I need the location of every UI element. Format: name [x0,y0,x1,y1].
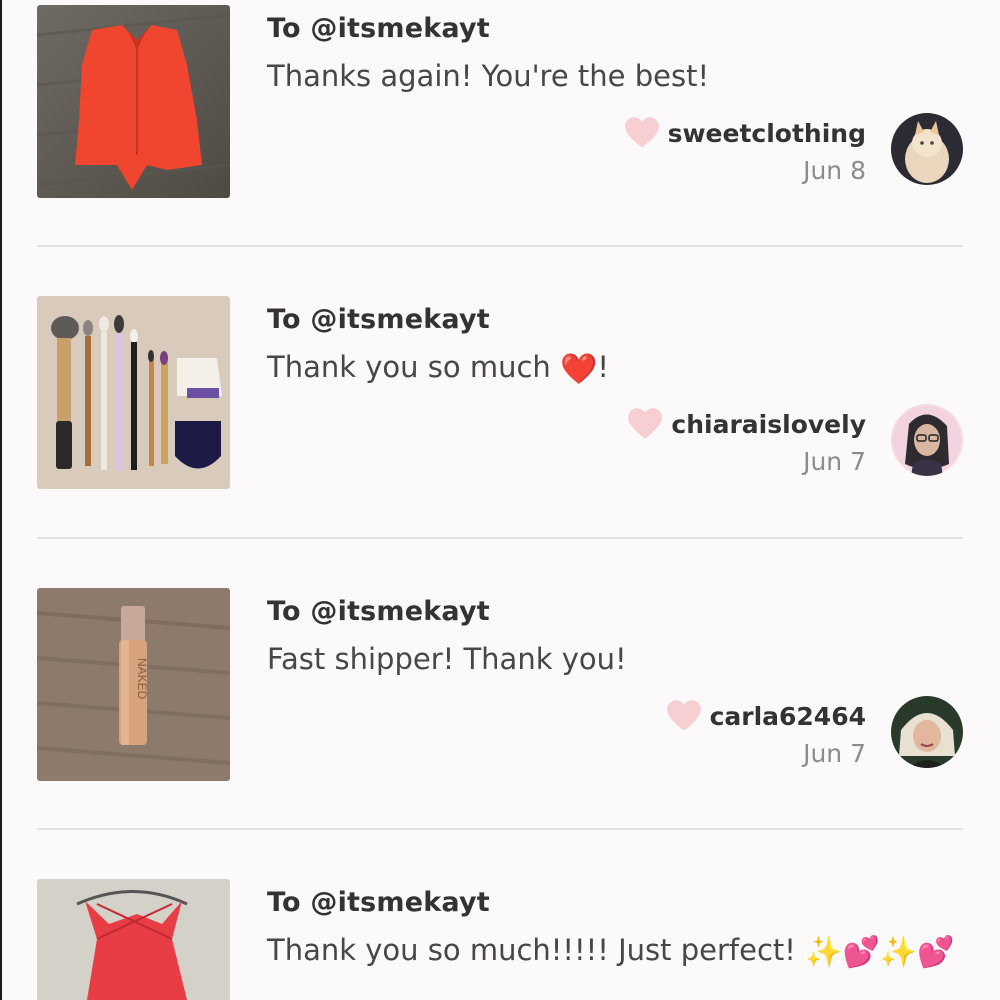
message-text: Thank you so much [267,350,561,384]
heart-emoji: ❤️ [560,352,598,387]
thank-you-message: Fast shipper! Thank you! [267,642,627,676]
post-date: Jun 8 [803,156,866,185]
sender-row: carla62464 [666,696,866,736]
list-item[interactable]: To @itsmekayt Thank you so much!!!!! Jus… [37,879,963,1000]
sparkle-heart-emoji: ✨💕✨💕 [805,935,955,970]
recipient-label: To @itsmekayt [267,596,490,627]
post-date: Jun 7 [803,739,866,768]
sender-row: chiaraislovely [627,404,866,444]
divider [37,537,963,539]
heart-icon[interactable] [627,407,663,441]
post-date: Jun 7 [803,447,866,476]
listing-thumbnail[interactable] [37,879,230,1000]
recipient-label: To @itsmekayt [267,13,490,44]
message-tail: ! [597,350,610,384]
sender-row: sweetclothing [624,113,866,153]
listing-thumbnail[interactable]: NAKED [37,588,230,781]
heart-icon[interactable] [624,116,660,150]
sender-username[interactable]: carla62464 [710,702,866,731]
sender-username[interactable]: sweetclothing [668,119,866,148]
heart-icon[interactable] [666,699,702,733]
listing-thumbnail[interactable] [37,5,230,198]
thank-you-message: Thank you so much!!!!! Just perfect! ✨💕✨… [267,929,957,974]
avatar[interactable] [891,404,963,476]
list-item[interactable]: To @itsmekayt Thanks again! You're the b… [37,5,963,215]
svg-text:NAKED: NAKED [135,658,149,700]
list-item[interactable]: To @itsmekayt Thank you so much ❤️! chia… [37,296,963,506]
thank-you-feed: To @itsmekayt Thanks again! You're the b… [0,0,1000,1000]
divider [37,245,963,247]
thank-you-message: Thank you so much ❤️! [267,346,957,391]
recipient-label: To @itsmekayt [267,887,490,918]
sender-username[interactable]: chiaraislovely [671,410,866,439]
message-text: Thank you so much!!!!! Just perfect! [267,933,806,967]
listing-thumbnail[interactable] [37,296,230,489]
avatar[interactable] [891,696,963,768]
list-item[interactable]: NAKED To @itsmekayt Fast shipper! Thank … [37,588,963,798]
thank-you-message: Thanks again! You're the best! [267,59,710,93]
avatar[interactable] [891,113,963,185]
recipient-label: To @itsmekayt [267,304,490,335]
divider [37,828,963,830]
